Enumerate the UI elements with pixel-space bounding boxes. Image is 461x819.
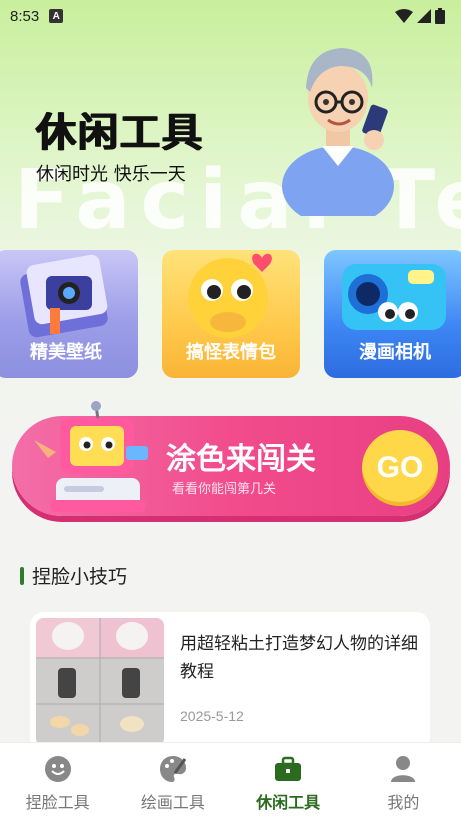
bottom-navigation: 捏脸工具 绘画工具 休闲工具 我的 [0,742,461,819]
signal-icon [417,9,431,23]
section-title: 捏脸小技巧 [32,566,128,588]
leisure-tools-page: 8:53 A Facial Tec 休闲工具 休闲时光 快乐一天 [0,0,461,819]
palette-icon [159,756,187,782]
nav-label: 休闲工具 [256,793,321,812]
section-header: 捏脸小技巧 [20,562,127,589]
nav-label: 捏脸工具 [25,793,90,812]
status-time: 8:53 [10,7,40,25]
nav-label: 绘画工具 [140,793,205,812]
feature-card-label: 漫画相机 [359,342,431,363]
feature-card-label: 搞怪表情包 [186,342,276,363]
mascot-illustration [282,48,394,216]
briefcase-icon [275,756,302,781]
article-date: 2025-5-12 [180,708,244,724]
page-title: 休闲工具 [36,110,204,156]
article-card[interactable]: 用超轻粘土打造梦幻人物的详细教程 2025-5-12 [30,612,430,752]
banner-subtitle: 看看你能闯第几关 [172,482,277,497]
nav-label: 我的 [387,793,420,812]
robot-illustration [34,401,148,512]
go-button[interactable]: GO [362,430,438,506]
article-title: 用超轻粘土打造梦幻人物的详细教程 [180,634,418,682]
cartoon-camera-icon [342,264,446,330]
nav-item-drawing-tools[interactable]: 绘画工具 [115,743,230,819]
nav-item-leisure-tools[interactable]: 休闲工具 [231,743,346,819]
wifi-icon [395,9,413,23]
emoji-face-icon [188,253,272,338]
feature-card-emoji[interactable]: 搞怪表情包 [162,250,300,378]
person-icon [391,756,416,782]
nav-item-face-tools[interactable]: 捏脸工具 [0,743,115,819]
book-camera-icon [20,254,108,338]
article-thumbnail [36,618,164,746]
battery-icon [435,8,445,24]
feature-card-wallpaper[interactable]: 精美壁纸 [0,250,138,378]
feature-card-comic-camera[interactable]: 漫画相机 [324,250,461,378]
nav-item-profile[interactable]: 我的 [346,743,461,819]
banner-title: 涂色来闯关 [166,442,316,477]
page-subtitle: 休闲时光 快乐一天 [36,164,186,185]
smiley-icon [44,756,71,782]
feature-cards: 精美壁纸 搞怪表情包 漫画相机 [0,250,461,380]
status-bar: 8:53 A [0,0,461,32]
section-accent-bar [20,566,24,585]
feature-card-label: 精美壁纸 [30,342,102,363]
notification-app-icon: A [49,9,64,23]
